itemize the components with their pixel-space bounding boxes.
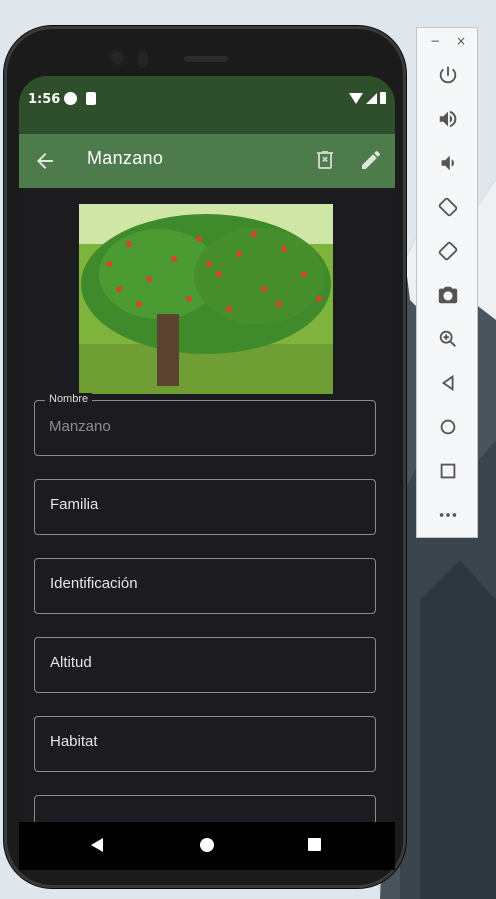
altitud-field[interactable]: Altitud	[34, 637, 376, 693]
wifi-icon	[349, 92, 363, 104]
overview-square-icon[interactable]	[436, 459, 460, 483]
sensor	[138, 50, 148, 68]
back-triangle-icon[interactable]	[436, 371, 460, 395]
habitat-label: Habitat	[50, 733, 98, 750]
home-circle-icon[interactable]	[436, 415, 460, 439]
familia-field[interactable]: Familia	[34, 479, 376, 535]
habitat-field[interactable]: Habitat	[34, 716, 376, 772]
pencil-icon[interactable]	[359, 148, 383, 172]
familia-label: Familia	[50, 496, 99, 513]
earpiece-speaker	[184, 56, 228, 62]
volume-down-icon[interactable]	[436, 151, 460, 175]
battery-icon	[380, 92, 386, 104]
page-title: Manzano	[87, 148, 164, 168]
volume-up-icon[interactable]	[436, 107, 460, 131]
sd-card-icon	[86, 92, 96, 105]
status-right-icons	[349, 92, 386, 104]
navigation-bar	[19, 822, 395, 870]
status-time: 1:56	[28, 92, 61, 107]
nav-back-icon[interactable]	[91, 838, 103, 852]
more-icon[interactable]	[436, 503, 460, 527]
status-bar: 1:56	[19, 76, 395, 134]
nombre-label: Nombre	[45, 393, 93, 405]
notification-icon	[64, 92, 77, 105]
identificacion-field[interactable]: Identificación	[34, 558, 376, 614]
emulator-toolbar: − ×	[416, 27, 478, 538]
zoom-in-icon[interactable]	[436, 327, 460, 351]
delete-icon[interactable]	[313, 148, 337, 172]
rotate-left-icon[interactable]	[436, 195, 460, 219]
apple-tree-image	[79, 204, 333, 394]
power-icon[interactable]	[436, 63, 460, 87]
rotate-right-icon[interactable]	[436, 239, 460, 263]
close-button[interactable]: ×	[456, 34, 466, 48]
nav-recents-icon[interactable]	[308, 838, 321, 851]
app-bar: Manzano	[19, 134, 395, 188]
signal-icon	[366, 92, 377, 104]
phone-screen: 1:56 Manzano Nombre Manzano Familia Iden…	[19, 76, 395, 870]
arrow-left-icon[interactable]	[33, 149, 57, 173]
altitud-label: Altitud	[50, 654, 92, 671]
camera-icon[interactable]	[436, 283, 460, 307]
nav-home-icon[interactable]	[200, 838, 214, 852]
form-content[interactable]: Nombre Familia Identificación Altitud Ha…	[19, 188, 395, 870]
phone-frame: 1:56 Manzano Nombre Manzano Familia Iden…	[4, 26, 406, 888]
nombre-field[interactable]: Nombre	[34, 393, 376, 456]
minimize-button[interactable]: −	[430, 34, 440, 48]
front-camera	[107, 48, 127, 68]
nombre-input[interactable]	[49, 418, 349, 435]
identificacion-label: Identificación	[50, 575, 138, 592]
